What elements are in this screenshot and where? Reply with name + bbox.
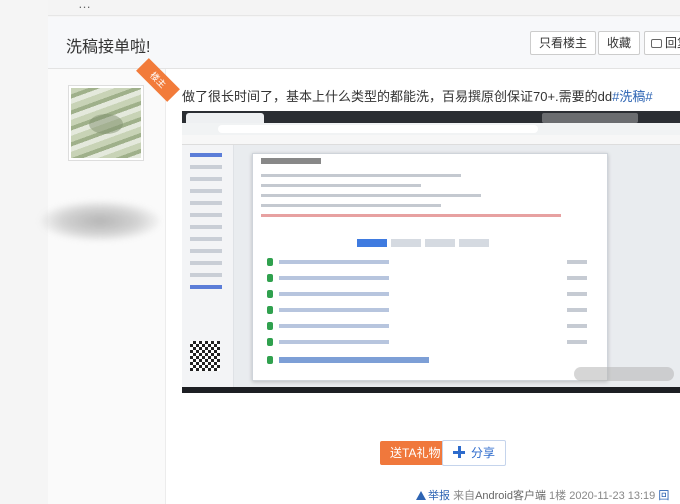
shot-app-sidebar — [182, 145, 234, 387]
shot-watermark — [542, 113, 638, 123]
post-text: 做了很长时间了，基本上什么类型的都能洗，百易撰原创保证70+.需要的dd — [182, 89, 613, 104]
only-op-button[interactable]: 只看楼主 — [530, 31, 597, 55]
top-strip: … — [48, 0, 680, 16]
report-label: 举报 — [428, 490, 450, 502]
report-link[interactable]: 举报 — [416, 490, 450, 502]
reply-button-label: 回复 — [665, 36, 680, 50]
thread-header: 洗稿接单啦! 只看楼主 收藏 回复 — [48, 17, 680, 69]
shot-urlbar — [182, 123, 680, 135]
post-first-floor: 楼主 做了很长时间了，基本上什么类型的都能洗，百易撰原创保证70+.需要的dd#… — [40, 58, 680, 504]
shot-taskbar — [182, 387, 680, 393]
send-gift-button[interactable]: 送TA礼物 — [380, 441, 451, 465]
thread-title: 洗稿接单啦! — [66, 39, 151, 56]
client-link[interactable]: Android客户端 — [475, 490, 546, 502]
avatar-image — [71, 88, 141, 158]
floor-number: 1楼 — [549, 490, 567, 502]
shot-dialog-title — [261, 158, 321, 164]
post-body: 做了很长时间了，基本上什么类型的都能洗，百易撰原创保证70+.需要的dd#洗稿# — [182, 87, 680, 107]
author-sidebar: 楼主 — [40, 58, 180, 504]
share-button[interactable]: 分享 — [442, 440, 507, 466]
post-footer: 举报 来自Android客户端 1楼 2020-11-23 13:19 回 — [416, 487, 680, 503]
shot-dialog-tabs — [357, 234, 507, 247]
reply-link[interactable]: 回 — [658, 490, 669, 502]
reply-button[interactable]: 回复 — [644, 31, 680, 55]
source-prefix: 来自 — [453, 490, 476, 502]
plus-icon — [453, 446, 465, 458]
username-blurred — [40, 201, 160, 241]
reply-icon — [651, 39, 662, 48]
shot-url-field — [218, 125, 538, 133]
shot-browser-tabs — [182, 111, 680, 123]
post-screenshot-image[interactable] — [182, 111, 680, 393]
shot-dialog — [252, 153, 608, 381]
share-button-label: 分享 — [471, 446, 496, 460]
shot-tab — [186, 113, 264, 123]
shot-corner-watermark — [574, 367, 674, 381]
shot-bookmarks — [182, 135, 680, 145]
shot-qr-code — [190, 341, 220, 371]
avatar[interactable] — [68, 85, 144, 161]
warning-icon — [416, 491, 426, 500]
shot-app — [182, 145, 680, 387]
previous-post-fragment: … — [78, 0, 91, 11]
hashtag-link[interactable]: #洗稿# — [612, 89, 652, 104]
post-datetime: 2020-11-23 13:19 — [569, 490, 656, 502]
favorite-button[interactable]: 收藏 — [598, 31, 641, 55]
